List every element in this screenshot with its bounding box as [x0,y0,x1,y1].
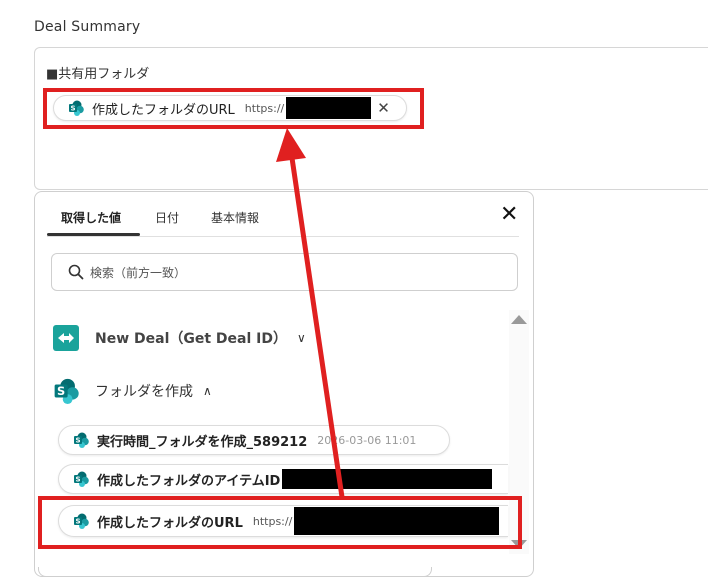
annotation-arrow [276,128,345,498]
